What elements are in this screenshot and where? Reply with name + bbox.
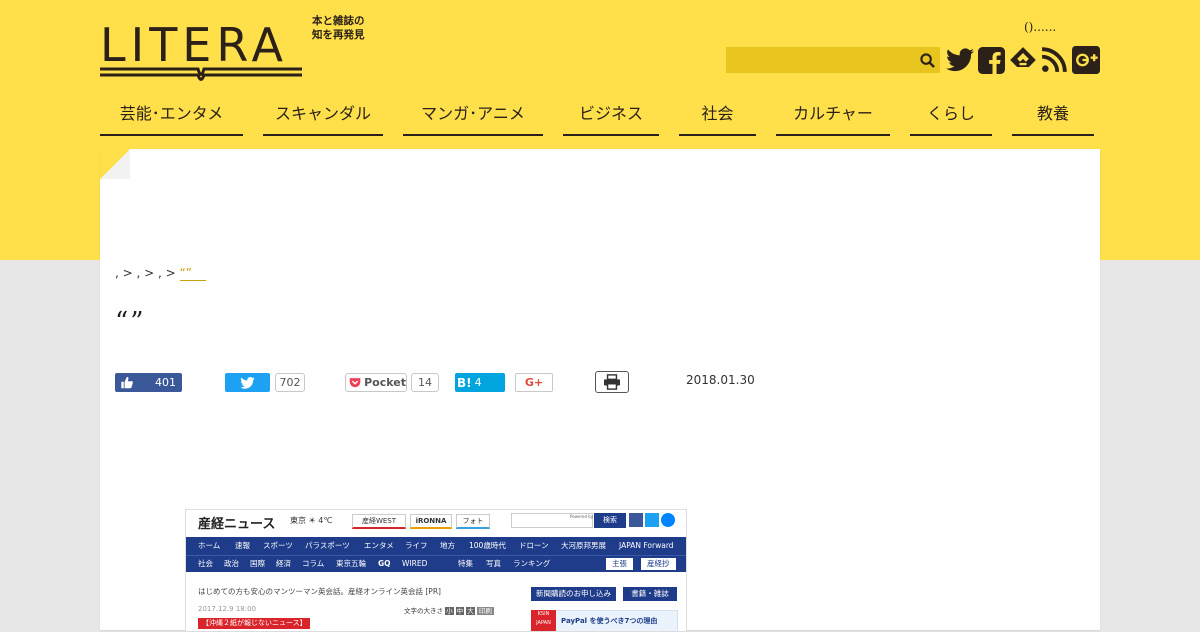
twitter-icon [946,48,974,72]
nav-item-business[interactable]: ビジネス [563,100,659,136]
embedded-nav-item: 主張 [606,558,633,570]
embedded-nav-item: 政治 [224,559,239,568]
embedded-nav-item: 東京五輪 [336,559,366,568]
breadcrumb-path[interactable]: , > , > , > [115,266,176,280]
embedded-nav-item: 特集 [458,559,473,568]
search-icon [919,52,935,68]
embedded-weather: 東京 ☀ 4℃ [290,516,333,525]
breadcrumb: , > , > , > “” [115,266,206,281]
hatena-label: B! [457,375,472,390]
embedded-books-button: 書籍・雑誌 [623,587,677,601]
article-date: 2018.01.30 [686,373,755,387]
googleplus-link[interactable] [1072,46,1100,74]
embedded-nav-item: ランキング [513,559,551,568]
embedded-nav-item: 経済 [276,559,291,568]
hatena-count: 4 [474,376,482,389]
thumbs-up-icon [121,376,133,389]
embedded-nav-item: スポーツ [263,541,293,550]
embedded-pr-text: はじめての方も安心のマンツーマン英会話。産経オンライン英会話 [PR] [198,587,441,596]
pocket-count: 14 [411,373,439,392]
article-image: 産経ニュース 東京 ☀ 4℃ 産経WEST iRONNA フォト Powered… [185,509,687,632]
embedded-tab: iRONNA [410,514,452,529]
embedded-ad-text: PayPal を使うべき7つの理由 [561,617,658,625]
facebook-count: 401 [155,376,176,389]
rss-link[interactable] [1040,46,1068,74]
article-title: “” [115,307,146,337]
pocket-button[interactable]: Pocket [345,373,407,392]
embedded-date: 2017.12.9 18:00 [198,605,257,613]
embedded-tab: フォト [456,514,490,529]
embedded-nav-item: JAPAN Forward [619,541,674,550]
nav-item-society[interactable]: 社会 [679,100,756,136]
embedded-twitter-icon [645,513,659,527]
facebook-icon [977,46,1005,74]
embedded-nav-item: ホーム [198,541,221,550]
pocket-label: Pocket [364,376,406,389]
facebook-link[interactable] [977,46,1005,74]
search-button[interactable] [914,47,940,73]
nav-item-culture[interactable]: カルチャー [776,100,890,136]
embedded-nav-secondary: 社会 政治 国際 経済 コラム 東京五輪 GQ WIRED 特集 写真 ランキン… [186,555,686,572]
embedded-subscribe-button: 新聞購読のお申し込み [531,587,616,601]
googleplus-share-button[interactable]: G+ [515,373,553,392]
embedded-messenger-icon [661,513,675,527]
embedded-nav-item: ライフ [405,541,428,550]
main-nav: 芸能･エンタメ スキャンダル マンガ･アニメ ビジネス 社会 カルチャー くらし… [100,100,1100,136]
embedded-nav-item: パラスポーツ [305,541,350,550]
embedded-nav-item: 国際 [250,559,265,568]
embedded-nav-item: エンタメ [364,541,394,550]
article-card: , > , > , > “” “” 401 702 Pocket 14 B! 4… [100,149,1100,632]
embedded-nav-item: 速報 [235,541,250,550]
nav-item-lifestyle[interactable]: くらし [910,100,992,136]
embedded-red-label: 【沖縄２紙が報じないニュース】 [198,618,310,629]
twitter-icon [240,376,255,389]
twitter-count: 702 [275,373,305,392]
embedded-nav-item: 100歳時代 [469,541,506,550]
rss-icon [1041,47,1067,73]
print-button[interactable] [595,371,629,393]
hatena-bookmark-button[interactable]: B! 4 [455,373,505,392]
header-note: ()...... [1024,20,1057,34]
embedded-nav-item: 写真 [486,559,501,568]
logo-tagline: 本と雑誌の 知を再発見 [312,15,365,41]
embedded-nav-item: コラム [302,559,325,568]
embedded-nav-item: 社会 [198,559,213,568]
nav-item-education[interactable]: 教養 [1012,100,1094,136]
logo-text: LITERA [100,18,288,72]
embedded-ad-brand: KSIN JAPAN [531,610,556,631]
embedded-powered: Powered by [570,514,594,519]
embedded-search-button: 検索 [594,513,626,528]
embedded-nav-item: GQ [378,559,391,568]
embedded-facebook-icon [629,513,643,527]
embedded-tab: 産経WEST [352,514,406,529]
embedded-nav-item: ドローン [519,541,549,550]
twitter-link[interactable] [946,46,974,74]
googleplus-icon [1072,46,1100,74]
embedded-nav-item: WIRED [402,559,428,568]
printer-icon [604,374,620,390]
nav-item-manga-anime[interactable]: マンガ･アニメ [403,100,543,136]
embedded-nav-item: 大河原邦男展 [561,541,606,550]
pocket-icon [349,377,361,387]
feedly-icon [1010,47,1036,67]
embedded-logo: 産経ニュース [198,517,276,532]
tweet-button[interactable] [225,373,270,392]
feedly-link[interactable] [1009,46,1037,74]
book-icon [100,67,302,81]
breadcrumb-current: “” [179,266,206,281]
nav-item-entertainment[interactable]: 芸能･エンタメ [100,100,243,136]
card-folded-corner [100,149,130,179]
embedded-nav-primary: ホーム 速報 スポーツ パラスポーツ エンタメ ライフ 地方 100歳時代 ドロ… [186,537,686,555]
embedded-nav-item: 地方 [440,541,455,550]
embedded-nav-item: 産経抄 [641,558,676,570]
site-logo[interactable]: LITERA 本と雑誌の 知を再発見 [100,14,375,86]
search-input[interactable] [726,47,922,73]
embedded-text-size: 文字の大きさ 小 中 大 印刷 [404,607,494,615]
nav-item-scandal[interactable]: スキャンダル [263,100,383,136]
facebook-like-button[interactable]: 401 [115,373,182,392]
